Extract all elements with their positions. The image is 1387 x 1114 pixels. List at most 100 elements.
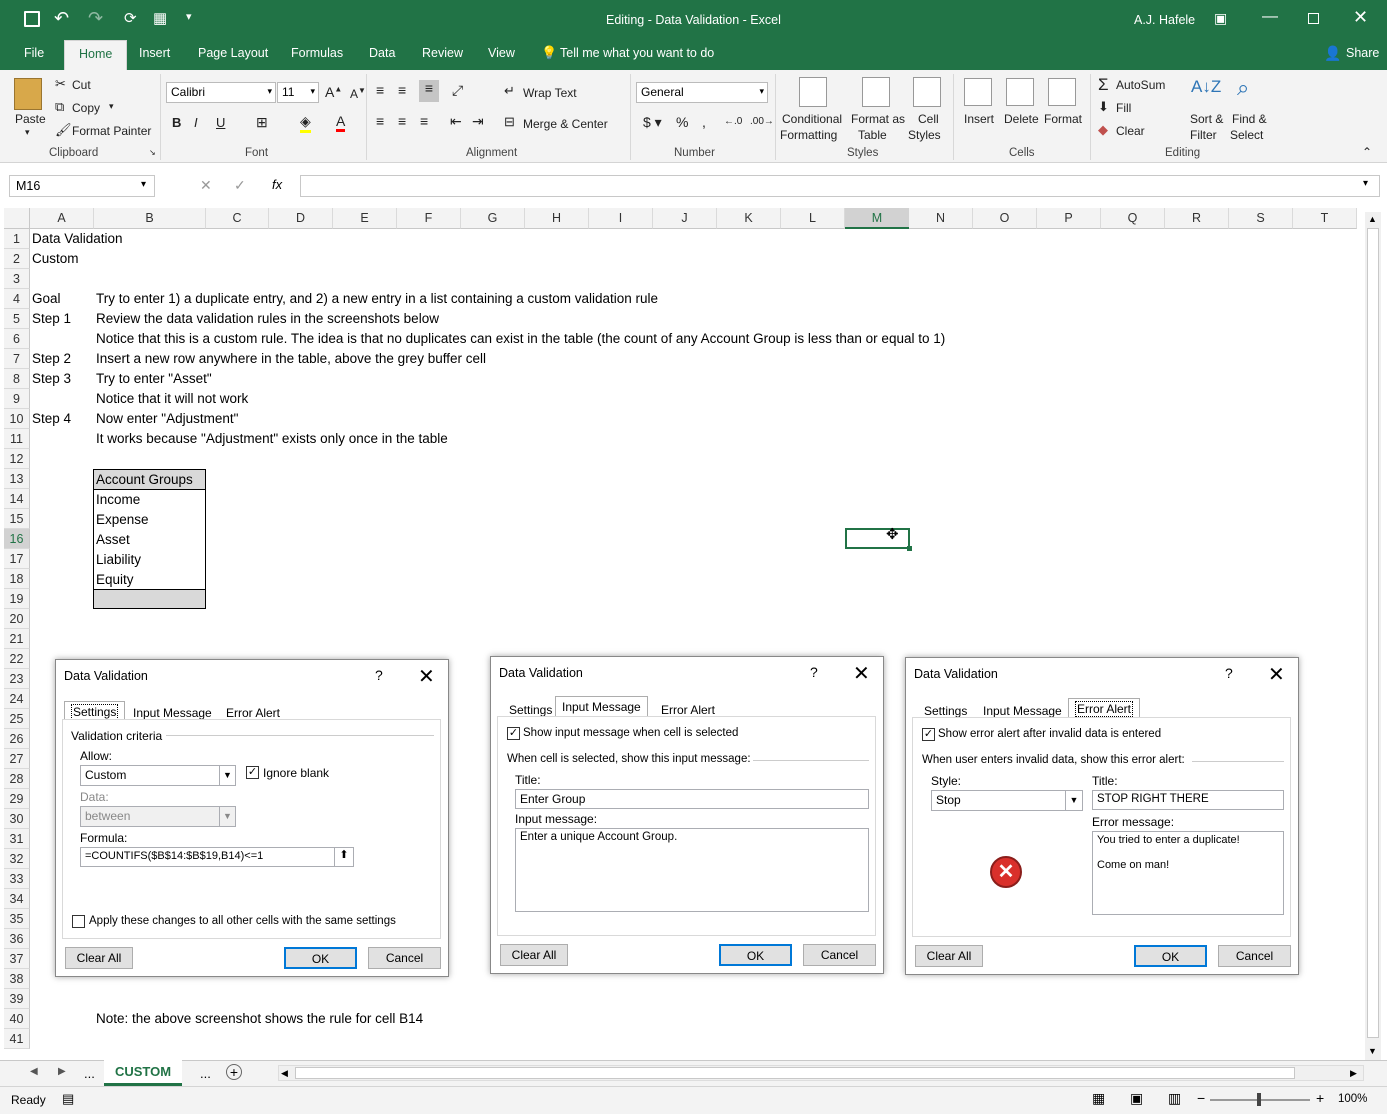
paste-button[interactable]: Paste bbox=[15, 112, 46, 126]
dialog-launcher-icon[interactable]: ↘ bbox=[149, 148, 156, 157]
tell-me-input[interactable]: Tell me what you want to do bbox=[560, 46, 714, 60]
cell-b9[interactable]: Notice that it will not work bbox=[96, 389, 248, 409]
cell-styles-button-line2[interactable]: Styles bbox=[908, 128, 941, 142]
percent-icon[interactable]: % bbox=[676, 114, 688, 130]
column-header[interactable]: E bbox=[333, 208, 397, 229]
increase-decimal-icon[interactable]: ←.0 bbox=[724, 116, 742, 127]
cell-b11[interactable]: It works because "Adjustment" exists onl… bbox=[96, 429, 448, 449]
close-icon[interactable]: ✕ bbox=[1353, 7, 1368, 28]
row-header[interactable]: 12 bbox=[4, 449, 30, 469]
column-header[interactable]: I bbox=[589, 208, 653, 229]
column-header[interactable]: A bbox=[30, 208, 94, 229]
tab-error-alert[interactable]: Error Alert bbox=[1068, 698, 1141, 719]
vertical-scrollbar[interactable]: ▲ ▼ bbox=[1365, 212, 1381, 1060]
cell-a7[interactable]: Step 2 bbox=[32, 349, 71, 369]
tab-file[interactable]: File bbox=[24, 46, 44, 60]
font-size-combo[interactable]: 11 ▾ bbox=[277, 82, 319, 103]
row-header[interactable]: 31 bbox=[4, 829, 30, 849]
apply-all-checkbox[interactable] bbox=[72, 915, 85, 928]
undo-icon[interactable]: ↶ bbox=[54, 8, 69, 29]
sort-filter-button-line2[interactable]: Filter bbox=[1190, 128, 1217, 142]
scroll-down-icon[interactable]: ▼ bbox=[1368, 1046, 1377, 1056]
increase-indent-icon[interactable]: ⇥ bbox=[472, 113, 484, 130]
underline-icon[interactable]: U bbox=[216, 115, 225, 130]
merge-center-button[interactable]: Merge & Center bbox=[523, 117, 608, 131]
form-icon[interactable]: ▦ bbox=[153, 9, 167, 27]
cancel-icon[interactable]: ✕ bbox=[200, 177, 212, 194]
cell-styles-button[interactable]: Cell bbox=[918, 112, 939, 126]
input-title-field[interactable]: Enter Group bbox=[515, 789, 869, 809]
cell-b6[interactable]: Notice that this is a custom rule. The i… bbox=[96, 329, 945, 349]
row-header[interactable]: 16 bbox=[4, 529, 30, 549]
tab-insert[interactable]: Insert bbox=[139, 46, 170, 60]
row-header[interactable]: 25 bbox=[4, 709, 30, 729]
row-header[interactable]: 18 bbox=[4, 569, 30, 589]
row-header[interactable]: 35 bbox=[4, 909, 30, 929]
cell-a8[interactable]: Step 3 bbox=[32, 369, 71, 389]
cut-button[interactable]: Cut bbox=[72, 78, 91, 92]
maximize-icon[interactable] bbox=[1308, 13, 1319, 24]
tab-data[interactable]: Data bbox=[369, 46, 395, 60]
selected-cell[interactable] bbox=[845, 528, 910, 549]
column-header[interactable]: J bbox=[653, 208, 717, 229]
tab-home[interactable]: Home bbox=[64, 40, 128, 70]
comma-icon[interactable]: , bbox=[702, 114, 706, 130]
table-header[interactable]: Account Groups bbox=[94, 470, 205, 490]
column-header[interactable]: B bbox=[94, 208, 206, 229]
dropdown-icon[interactable]: ▾ bbox=[25, 127, 30, 138]
chevron-down-icon[interactable]: ▼ bbox=[1065, 791, 1082, 810]
format-painter-button[interactable]: Format Painter bbox=[72, 124, 151, 138]
align-middle-icon[interactable]: ≡ bbox=[398, 82, 406, 98]
format-as-table-button[interactable]: Format as bbox=[851, 112, 905, 126]
table-row[interactable]: Expense bbox=[96, 510, 149, 530]
table-row[interactable]: Equity bbox=[96, 570, 134, 590]
increase-font-icon[interactable]: A▲ bbox=[325, 84, 342, 100]
error-message-textarea[interactable]: You tried to enter a duplicate! Come on … bbox=[1092, 831, 1284, 915]
ignore-blank-checkbox[interactable]: ✓ bbox=[246, 766, 259, 779]
collapse-ribbon-icon[interactable]: ⌃ bbox=[1362, 145, 1372, 159]
row-header[interactable]: 39 bbox=[4, 989, 30, 1009]
paste-icon[interactable] bbox=[14, 78, 42, 110]
collapse-dialog-icon[interactable]: ⬆ bbox=[334, 848, 353, 866]
ribbon-display-icon[interactable]: ▣ bbox=[1214, 10, 1227, 27]
row-header[interactable]: 17 bbox=[4, 549, 30, 569]
table-row[interactable]: Liability bbox=[96, 550, 141, 570]
borders-icon[interactable]: ⊞ bbox=[256, 114, 268, 131]
close-icon[interactable]: ✕ bbox=[853, 661, 870, 686]
clear-all-button[interactable]: Clear All bbox=[500, 944, 568, 966]
row-header[interactable]: 34 bbox=[4, 889, 30, 909]
column-header[interactable]: R bbox=[1165, 208, 1229, 229]
cell-a4[interactable]: Goal bbox=[32, 289, 61, 309]
clear-button[interactable]: Clear bbox=[1116, 124, 1145, 138]
user-name[interactable]: A.J. Hafele bbox=[1134, 13, 1195, 27]
help-icon[interactable]: ? bbox=[810, 664, 818, 680]
chevron-down-icon[interactable]: ▼ bbox=[219, 766, 235, 785]
row-header[interactable]: 37 bbox=[4, 949, 30, 969]
fill-button[interactable]: Fill bbox=[1116, 101, 1131, 115]
grey-buffer-cell[interactable] bbox=[94, 589, 205, 608]
cell-b40[interactable]: Note: the above screenshot shows the rul… bbox=[96, 1009, 423, 1029]
cell-a10[interactable]: Step 4 bbox=[32, 409, 71, 429]
insert-cells-button[interactable]: Insert bbox=[964, 112, 994, 126]
row-header[interactable]: 13 bbox=[4, 469, 30, 489]
align-center-icon[interactable]: ≡ bbox=[398, 113, 406, 129]
close-icon[interactable]: ✕ bbox=[1268, 662, 1285, 687]
row-header[interactable]: 24 bbox=[4, 689, 30, 709]
row-header[interactable]: 28 bbox=[4, 769, 30, 789]
row-header[interactable]: 33 bbox=[4, 869, 30, 889]
row-header[interactable]: 19 bbox=[4, 589, 30, 609]
format-cells-button[interactable]: Format bbox=[1044, 112, 1082, 126]
fill-handle[interactable] bbox=[907, 546, 912, 551]
row-header[interactable]: 11 bbox=[4, 429, 30, 449]
show-alert-checkbox[interactable]: ✓ bbox=[922, 728, 935, 741]
h-scroll-thumb[interactable] bbox=[295, 1067, 1295, 1079]
cancel-button[interactable]: Cancel bbox=[368, 947, 441, 969]
align-top-icon[interactable]: ≡ bbox=[376, 82, 384, 98]
row-header[interactable]: 15 bbox=[4, 509, 30, 529]
scroll-right-icon[interactable]: ▶ bbox=[1350, 1068, 1357, 1079]
decrease-decimal-icon[interactable]: .00→ bbox=[750, 116, 774, 127]
chevron-down-icon[interactable]: ▾ bbox=[267, 86, 272, 97]
scroll-thumb[interactable] bbox=[1367, 228, 1379, 1038]
tab-formulas[interactable]: Formulas bbox=[291, 46, 343, 60]
select-all-corner[interactable] bbox=[4, 208, 30, 229]
